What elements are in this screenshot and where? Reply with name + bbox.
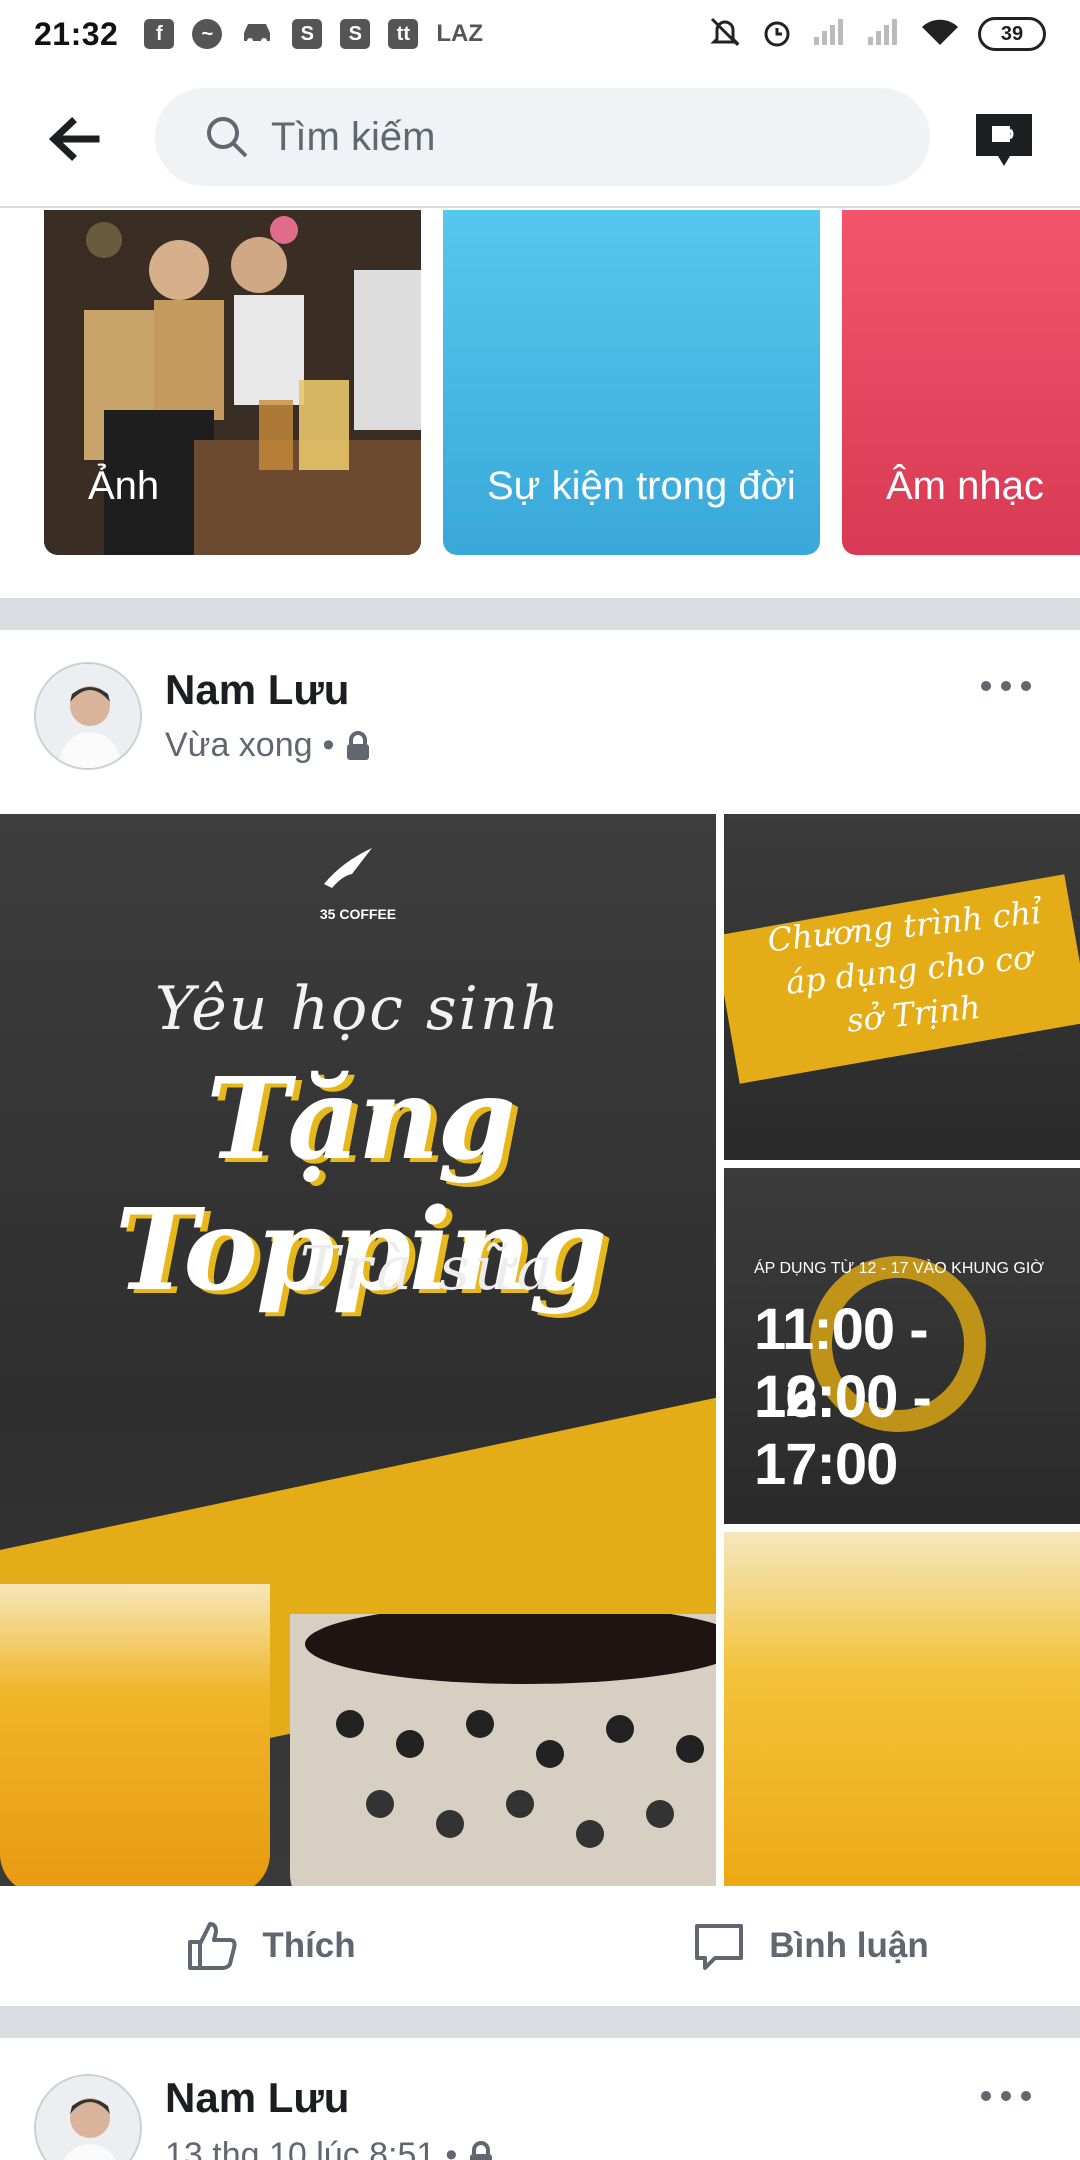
more-icon — [981, 681, 1031, 691]
post-photo-main[interactable]: 35 COFFEE Yêu học sinh Tặng Topping Trà … — [0, 814, 716, 1886]
hours-slot: 16:00 - 17:00 — [754, 1365, 932, 1497]
post-header: Nam Lưu 13 thg 10 lúc 8:51 • — [0, 2038, 1080, 2160]
post-time[interactable]: 13 thg 10 lúc 8:51 — [165, 2136, 435, 2160]
post-meta: Vừa xong • — [165, 726, 372, 765]
signal-icon — [812, 17, 848, 52]
post-photo-hours[interactable]: ÁP DỤNG TỪ 12 - 17 VÀO KHUNG GIỜ 11:00 -… — [724, 1168, 1080, 1524]
post-header: Nam Lưu Vừa xong • — [0, 630, 1080, 810]
meta-separator: • — [445, 2136, 458, 2160]
highlight-card-life-events[interactable]: Sự kiện trong đời — [443, 210, 820, 555]
messenger-icon: ~ — [192, 19, 223, 49]
alarm-icon — [760, 15, 794, 54]
profile-highlights: Ảnh Sự kiện trong đời Âm nhạc — [0, 210, 1080, 598]
facebook-icon: f — [144, 19, 175, 49]
lock-icon — [470, 2140, 493, 2160]
post-author[interactable]: Nam Lưu — [165, 666, 349, 714]
comment-button[interactable]: Bình luận — [540, 1886, 1080, 2006]
search-bar[interactable] — [155, 88, 930, 186]
tiki-icon: tt — [388, 19, 419, 49]
boba-pearls — [305, 1604, 716, 1848]
section-divider — [0, 598, 1080, 630]
signal-icon — [866, 17, 902, 52]
comment-icon — [695, 1924, 744, 1970]
post-time[interactable]: Vừa xong — [165, 726, 313, 765]
post-author[interactable]: Nam Lưu — [165, 2074, 349, 2122]
brand-name: 35 COFFEE — [319, 906, 397, 922]
thumbs-up-icon — [188, 1922, 237, 1970]
lock-icon — [347, 730, 370, 760]
section-divider — [0, 2006, 1080, 2038]
post-action-bar: Thích Bình luận — [0, 1886, 1080, 2006]
search-header — [0, 68, 1080, 208]
post-photo-promo[interactable]: Chương trình chỉ áp dụng cho cơ sở Trịnh — [724, 814, 1080, 1160]
meta-separator: • — [322, 726, 335, 764]
car-icon — [240, 19, 274, 50]
battery-icon: 39 — [978, 17, 1046, 51]
back-arrow-icon — [48, 117, 100, 161]
post-options-button[interactable] — [978, 2084, 1034, 2108]
status-right: 39 — [708, 15, 1046, 54]
highlight-label: Sự kiện trong đời — [487, 464, 796, 508]
avatar[interactable] — [34, 2074, 142, 2160]
wifi-icon — [920, 17, 960, 52]
search-input[interactable] — [271, 114, 831, 160]
status-time: 21:32 — [34, 15, 119, 52]
back-button[interactable] — [46, 114, 102, 164]
mute-icon — [708, 15, 742, 54]
like-button[interactable]: Thích — [0, 1886, 540, 2006]
highlight-label: Ảnh — [88, 464, 160, 508]
avatar-image — [36, 2076, 140, 2160]
search-icon — [207, 117, 248, 158]
post-meta: 13 thg 10 lúc 8:51 • — [165, 2136, 495, 2160]
shopee-icon: S — [292, 19, 323, 49]
like-label: Thích — [262, 1926, 356, 1965]
comment-label: Bình luận — [769, 1926, 929, 1965]
avatar[interactable] — [34, 662, 142, 770]
messenger-button[interactable] — [972, 108, 1036, 172]
post-options-button[interactable] — [978, 674, 1034, 698]
headline-line1: Yêu học sinh — [154, 974, 562, 1044]
headline-line3: Trà sữa — [299, 1234, 557, 1304]
messenger-icon — [976, 114, 1032, 166]
notification-icons: f ~ S S tt LAZ — [144, 19, 483, 50]
post-photo-collage[interactable]: 35 COFFEE Yêu học sinh Tặng Topping Trà … — [0, 814, 1080, 1886]
post-photo-drink[interactable] — [724, 1532, 1080, 1886]
shopee-icon: S — [340, 19, 371, 49]
bird-logo-icon — [324, 848, 372, 888]
avatar-image — [36, 664, 140, 768]
highlight-card-photos[interactable]: Ảnh — [44, 210, 421, 555]
highlight-label: Âm nhạc — [886, 464, 1044, 508]
drink-cup — [290, 1604, 716, 1886]
hours-note: ÁP DỤNG TỪ 12 - 17 VÀO KHUNG GIỜ — [754, 1260, 1044, 1277]
status-bar: 21:32 f ~ S S tt LAZ 39 — [0, 0, 1080, 68]
laz-indicator: LAZ — [436, 20, 483, 47]
highlight-card-music[interactable]: Âm nhạc — [842, 210, 1080, 555]
more-icon — [981, 2091, 1031, 2101]
drink-cup — [0, 1584, 270, 1886]
